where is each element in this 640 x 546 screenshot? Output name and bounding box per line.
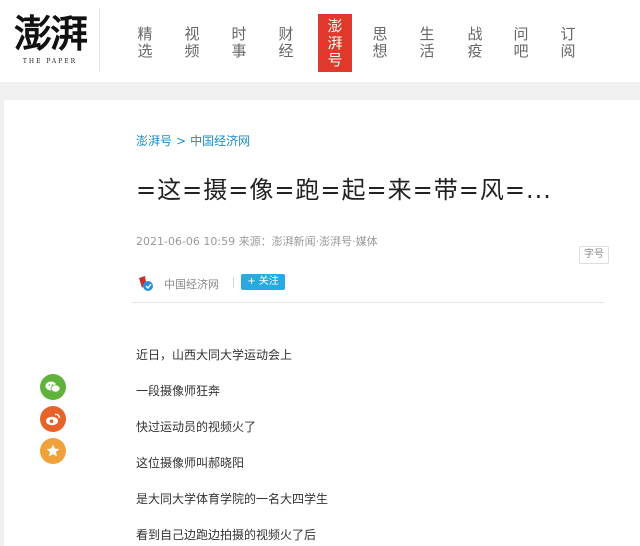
follow-button[interactable]: + 关注 (241, 274, 285, 290)
author-name[interactable]: 中国经济网 (164, 276, 219, 292)
star-icon (40, 438, 66, 464)
favorite-button[interactable] (40, 438, 66, 464)
article-paragraph: 是大同大学体育学院的一名大四学生 (136, 492, 329, 506)
top-bar: 澎湃 THE PAPER 精选视频时事财经澎湃号思想生活战疫问吧订阅 (0, 0, 640, 82)
nav-item-char: 疫 (467, 42, 483, 60)
nav-item-6[interactable]: 生活 (410, 14, 444, 72)
font-size-button[interactable]: 字号 (579, 246, 609, 264)
nav-item-char: 湃 (327, 34, 343, 52)
article-paragraph: 一段摄像师狂奔 (136, 384, 221, 398)
article-paragraph: 看到自己边跑边拍摄的视频火了后 (136, 528, 317, 542)
weibo-icon (40, 406, 66, 432)
nav-item-char: 想 (372, 42, 388, 60)
author-divider (233, 277, 234, 288)
wechat-icon (40, 374, 66, 400)
breadcrumb: 澎湃号 > 中国经济网 (136, 132, 250, 149)
nav-item-char: 思 (372, 25, 388, 43)
logo-subtitle: THE PAPER (22, 58, 78, 65)
nav-item-char: 经 (278, 42, 294, 60)
nav-item-9[interactable]: 订阅 (551, 14, 585, 72)
author-divider-line (132, 302, 604, 303)
nav-item-char: 战 (467, 25, 483, 43)
breadcrumb-section-link[interactable]: 澎湃号 (136, 134, 172, 148)
article-paragraph: 这位摄像师叫郝晓阳 (136, 456, 245, 470)
nav-item-char: 精 (137, 25, 153, 43)
nav-item-char: 选 (137, 42, 153, 60)
article-paragraph: 近日，山西大同大学运动会上 (136, 348, 293, 362)
nav-item-4[interactable]: 澎湃号 (318, 14, 352, 72)
nav-item-7[interactable]: 战疫 (458, 14, 492, 72)
author-row: 中国经济网 + 关注 (136, 272, 608, 294)
share-weibo-button[interactable] (40, 406, 66, 432)
article-panel: 澎湃号 > 中国经济网 =这=摄=像=跑=起=来=带=风=... 2021-06-0… (4, 100, 640, 546)
share-wechat-button[interactable] (40, 374, 66, 400)
nav-item-char: 订 (560, 25, 576, 43)
nav-item-0[interactable]: 精选 (128, 14, 162, 72)
nav-item-5[interactable]: 思想 (363, 14, 397, 72)
article-meta: 2021-06-06 10:59 来源：澎湃新闻·澎湃号·媒体 (136, 235, 378, 248)
nav-item-char: 时 (231, 25, 247, 43)
nav-item-char: 澎 (327, 17, 343, 35)
site-logo[interactable]: 澎湃 THE PAPER (4, 8, 100, 72)
article-title: =这=摄=像=跑=起=来=带=风=... (136, 176, 552, 204)
nav-item-char: 号 (327, 51, 343, 69)
logo-text: 澎湃 (13, 11, 88, 56)
breadcrumb-separator: > (176, 134, 187, 148)
nav-item-char: 频 (184, 42, 200, 60)
nav-item-char: 问 (513, 25, 529, 43)
breadcrumb-source-link[interactable]: 中国经济网 (190, 134, 250, 148)
author-avatar[interactable] (136, 274, 154, 292)
nav-item-char: 吧 (513, 42, 529, 60)
nav-item-char: 生 (419, 25, 435, 43)
nav-item-1[interactable]: 视频 (175, 14, 209, 72)
nav-item-3[interactable]: 财经 (269, 14, 303, 72)
nav-item-char: 活 (419, 42, 435, 60)
nav-item-char: 事 (231, 42, 247, 60)
nav-item-char: 财 (278, 25, 294, 43)
article-paragraph: 快过运动员的视频火了 (136, 420, 257, 434)
nav-item-8[interactable]: 问吧 (504, 14, 538, 72)
nav-item-2[interactable]: 时事 (222, 14, 256, 72)
nav-item-char: 视 (184, 25, 200, 43)
nav-item-char: 阅 (560, 42, 576, 60)
